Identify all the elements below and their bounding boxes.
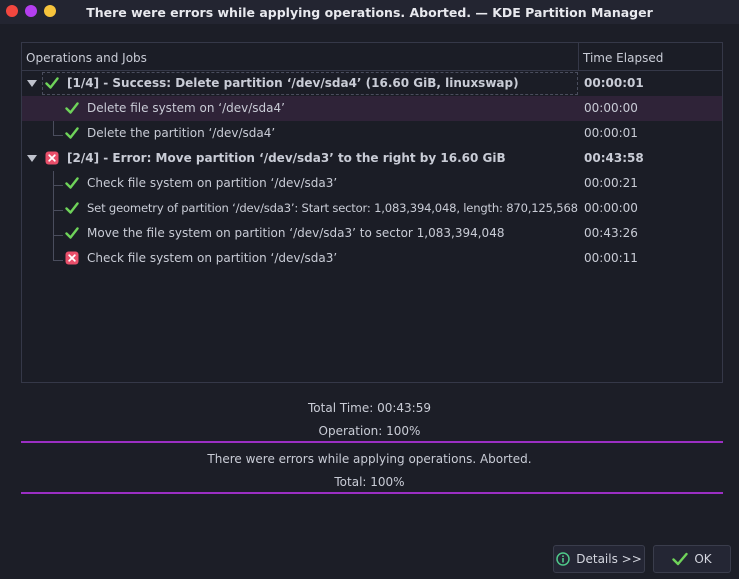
- error-x-icon: [45, 151, 59, 165]
- operation-progress-label: Operation: 100%: [318, 424, 421, 438]
- tree-header: Operations and Jobs Time Elapsed: [22, 43, 722, 71]
- elapsed-time: 00:00:01: [584, 126, 638, 140]
- operation-label: [2/4] - Error: Move partition ‘/dev/sda3…: [67, 151, 506, 165]
- check-icon: [45, 77, 59, 89]
- column-header-operations[interactable]: Operations and Jobs: [26, 51, 147, 65]
- minimize-window-button[interactable]: [44, 5, 56, 17]
- job-label: Delete the partition ‘/dev/sda4’: [87, 126, 276, 140]
- operation-progress-bar: [21, 441, 723, 443]
- column-header-time[interactable]: Time Elapsed: [583, 51, 663, 65]
- elapsed-time: 00:00:11: [584, 251, 638, 265]
- error-x-icon: [65, 251, 79, 265]
- elapsed-time: 00:43:58: [584, 151, 644, 165]
- operation-row[interactable]: [1/4] - Success: Delete partition ‘/dev/…: [22, 71, 722, 96]
- job-row[interactable]: Set geometry of partition ‘/dev/sda3’: S…: [22, 196, 722, 221]
- check-icon: [65, 102, 79, 114]
- job-row[interactable]: Move the file system on partition ‘/dev/…: [22, 221, 722, 246]
- job-row[interactable]: Delete the partition ‘/dev/sda4’ 00:00:0…: [22, 121, 722, 146]
- job-row[interactable]: Check file system on partition ‘/dev/sda…: [22, 171, 722, 196]
- info-icon: [556, 552, 570, 566]
- window-title: There were errors while applying operati…: [86, 4, 653, 20]
- elapsed-time: 00:00:01: [584, 76, 644, 90]
- check-icon: [65, 177, 79, 189]
- operation-row[interactable]: [2/4] - Error: Move partition ‘/dev/sda3…: [22, 146, 722, 171]
- details-button[interactable]: Details >>: [553, 545, 645, 573]
- check-icon: [65, 127, 79, 139]
- elapsed-time: 00:00:00: [584, 201, 638, 215]
- ok-button-label: OK: [694, 552, 712, 566]
- job-row[interactable]: Delete file system on ‘/dev/sda4’ 00:00:…: [22, 96, 722, 121]
- total-progress-bar: [21, 492, 723, 494]
- job-label: Move the file system on partition ‘/dev/…: [87, 226, 505, 240]
- elapsed-time: 00:00:00: [584, 101, 638, 115]
- job-row[interactable]: Check file system on partition ‘/dev/sda…: [22, 246, 722, 271]
- job-label: Check file system on partition ‘/dev/sda…: [87, 176, 338, 190]
- ok-button[interactable]: OK: [653, 545, 731, 573]
- expand-collapse-icon[interactable]: [27, 80, 37, 87]
- status-message: There were errors while applying operati…: [207, 452, 532, 466]
- maximize-window-button[interactable]: [25, 5, 37, 17]
- elapsed-time: 00:00:21: [584, 176, 638, 190]
- column-separator: [578, 43, 579, 71]
- check-icon: [65, 202, 79, 214]
- job-label: Delete file system on ‘/dev/sda4’: [87, 101, 285, 115]
- operation-label: [1/4] - Success: Delete partition ‘/dev/…: [67, 76, 519, 90]
- window-controls: [6, 5, 56, 17]
- check-icon: [672, 552, 689, 566]
- total-time-label: Total Time: 00:43:59: [308, 401, 431, 415]
- expand-collapse-icon[interactable]: [27, 155, 37, 162]
- elapsed-time: 00:43:26: [584, 226, 638, 240]
- job-label: Check file system on partition ‘/dev/sda…: [87, 251, 338, 265]
- details-button-label: Details >>: [576, 552, 642, 566]
- job-label: Set geometry of partition ‘/dev/sda3’: S…: [87, 201, 578, 215]
- title-bar: There were errors while applying operati…: [0, 0, 739, 24]
- check-icon: [65, 227, 79, 239]
- close-window-button[interactable]: [6, 5, 18, 17]
- total-progress-label: Total: 100%: [334, 475, 405, 489]
- operations-tree[interactable]: Operations and Jobs Time Elapsed [1/4] -…: [21, 42, 723, 383]
